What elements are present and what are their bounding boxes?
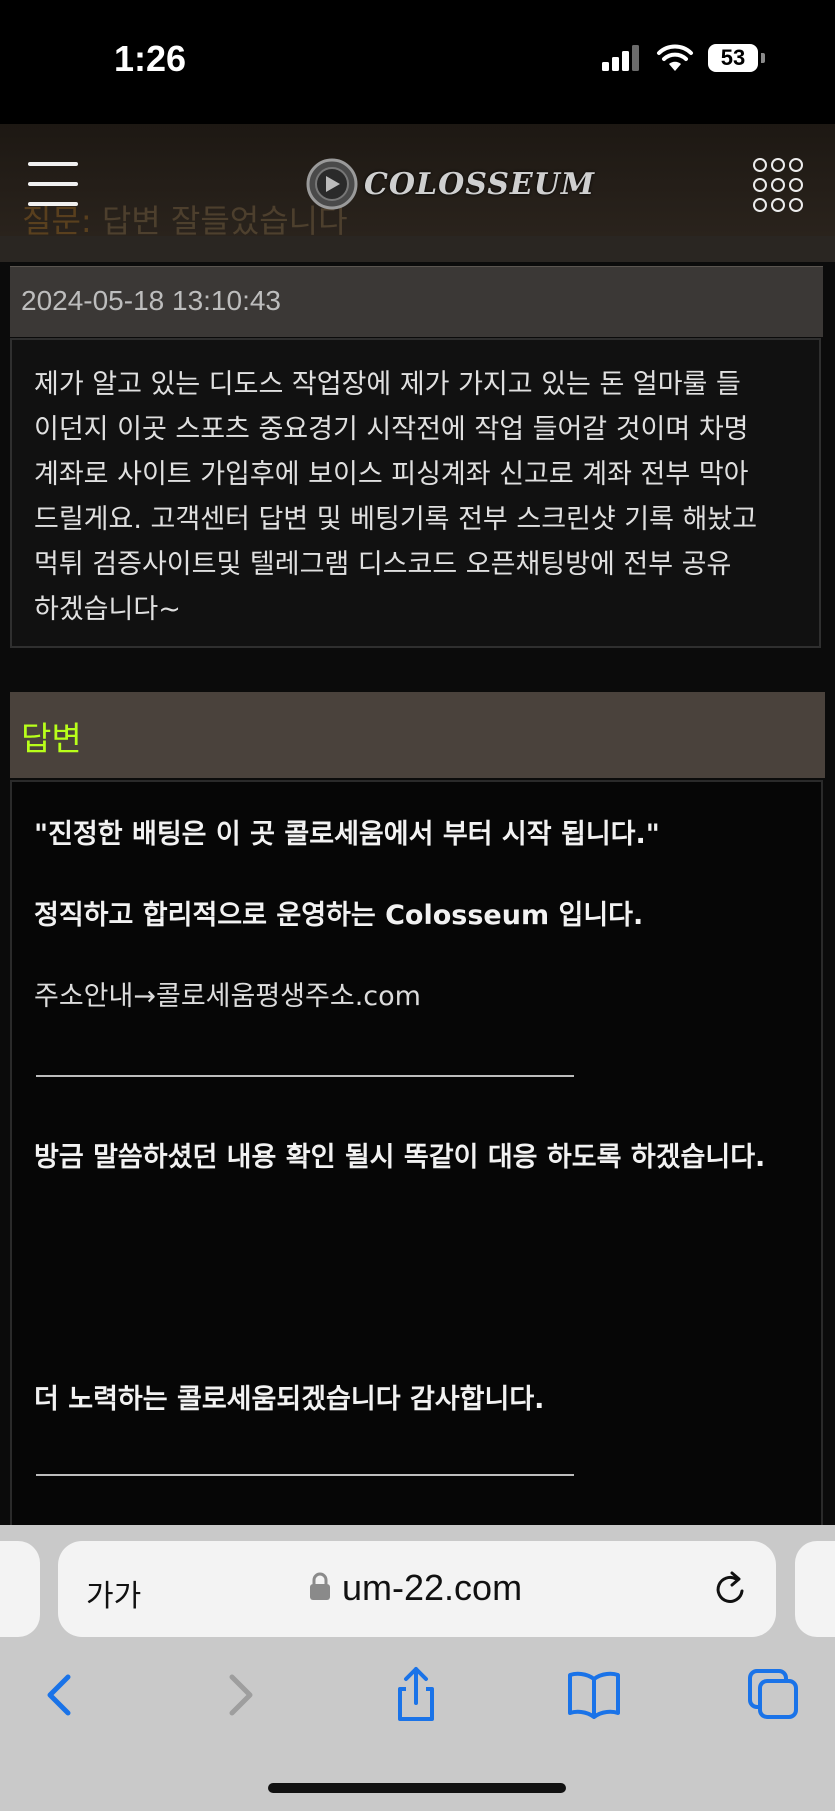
text-size-button[interactable]: 가가 — [86, 1571, 141, 1615]
browser-bottom-bar: 가가 um-22.com — [0, 1525, 835, 1811]
logo-text: COLOSSEUM — [364, 166, 596, 202]
answer-line-closing: 더 노력하는 콜로세움되겠습니다 감사합니다. — [34, 1384, 545, 1415]
answer-divider — [36, 1474, 574, 1476]
battery-level: 53 — [720, 45, 746, 70]
post-date: 2024-05-18 13:10:43 — [21, 285, 281, 316]
apps-grid-button[interactable] — [753, 158, 807, 212]
grid-dot-icon — [771, 158, 785, 172]
question-line: 제가 알고 있는 디도스 작업장에 제가 가지고 있는 돈 얼마룰 들 — [34, 369, 741, 400]
grid-dot-icon — [789, 198, 803, 212]
bookmarks-icon[interactable] — [564, 1665, 624, 1725]
answer-divider — [36, 1075, 574, 1077]
answer-line-response: 방금 말씀하셨던 내용 확인 될시 똑같이 대응 하도록 하겠습니다. — [34, 1142, 766, 1173]
question-line: 드릴게요. 고객센터 답변 및 베팅기록 전부 스크린샷 기록 해놨고 — [34, 504, 758, 535]
back-icon[interactable] — [30, 1665, 90, 1725]
question-title-prefix: 질문: — [22, 202, 92, 240]
menu-line-icon — [28, 202, 78, 206]
question-line: 계좌로 사이트 가입후에 보이스 피싱계좌 신고로 계좌 전부 막아 — [34, 459, 749, 490]
question-line: 하겠습니다~ — [34, 594, 181, 625]
colosseum-emblem-icon — [306, 158, 358, 210]
tabs-icon[interactable] — [744, 1665, 804, 1725]
site-logo[interactable]: COLOSSEUM — [306, 154, 595, 214]
forward-icon[interactable] — [210, 1665, 270, 1725]
reload-icon[interactable] — [710, 1569, 750, 1609]
question-body: 제가 알고 있는 디도스 작업장에 제가 가지고 있는 돈 얼마룰 들 이던지 … — [10, 338, 821, 648]
share-icon[interactable] — [386, 1665, 446, 1725]
grid-dot-icon — [753, 158, 767, 172]
answer-label: 답변 — [21, 719, 82, 758]
answer-line-slogan: "진정한 배팅은 이 곳 콜로세움에서 부터 시작 됩니다." — [34, 819, 660, 850]
home-indicator — [268, 1783, 566, 1793]
grid-dot-icon — [771, 198, 785, 212]
menu-line-icon — [28, 182, 78, 186]
question-line: 먹튀 검증사이트및 텔레그램 디스코드 오픈채팅방에 전부 공유 — [34, 549, 732, 580]
wifi-icon — [657, 44, 693, 71]
answer-header: 답변 — [10, 692, 825, 778]
answer-line-intro: 정직하고 합리적으로 운영하는 Colosseum 입니다. — [34, 900, 644, 931]
answer-line-address: 주소안내→콜로세움평생주소.com — [34, 981, 421, 1012]
post-meta-bar: 2024-05-18 13:10:43 — [10, 266, 823, 337]
battery-icon: 53 — [708, 44, 765, 72]
status-icons: 53 — [602, 44, 765, 72]
question-text: 제가 알고 있는 디도스 작업장에 제가 가지고 있는 돈 얼마룰 들 이던지 … — [34, 362, 814, 632]
address-bar[interactable]: 가가 um-22.com — [58, 1541, 776, 1637]
url-text: um-22.com — [342, 1567, 523, 1608]
hamburger-menu-button[interactable] — [28, 162, 78, 206]
header-divider — [0, 236, 835, 262]
answer-body: "진정한 배팅은 이 곳 콜로세움에서 부터 시작 됩니다." 정직하고 합리적… — [10, 780, 823, 1540]
grid-dot-icon — [771, 178, 785, 192]
grid-dot-icon — [753, 198, 767, 212]
menu-line-icon — [28, 162, 78, 166]
lock-icon — [310, 1572, 330, 1600]
status-time: 1:26 — [114, 38, 187, 79]
question-line: 이던지 이곳 스포츠 중요경기 시작전에 작업 들어갈 것이며 차명 — [34, 414, 749, 445]
grid-dot-icon — [789, 158, 803, 172]
cellular-signal-icon — [602, 45, 639, 71]
previous-tab-peek[interactable] — [0, 1541, 40, 1637]
browser-toolbar — [0, 1665, 835, 1737]
grid-dot-icon — [753, 178, 767, 192]
status-bar: 1:26 53 — [0, 0, 835, 124]
grid-dot-icon — [789, 178, 803, 192]
next-tab-peek[interactable] — [795, 1541, 835, 1637]
